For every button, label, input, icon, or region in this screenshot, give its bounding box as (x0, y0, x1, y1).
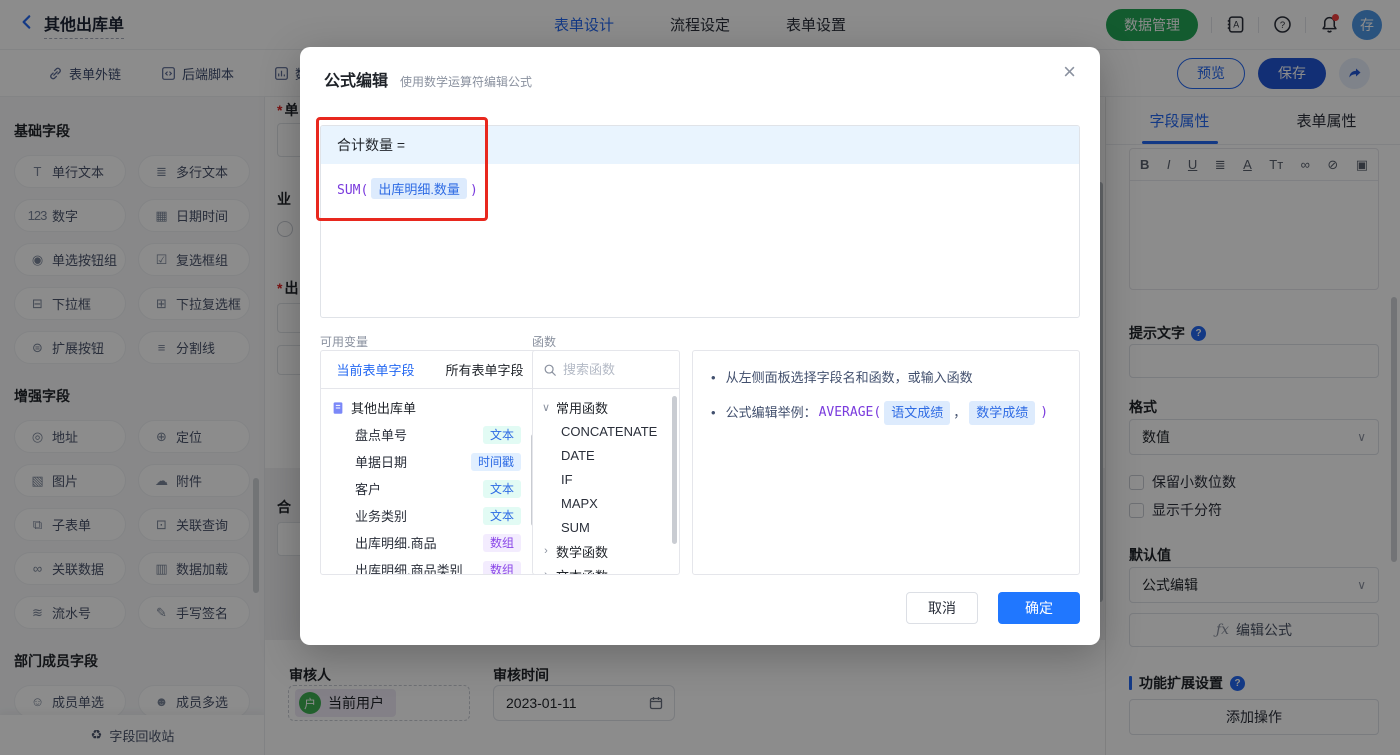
field-chip[interactable]: 出库明细.数量 (371, 178, 467, 199)
modal-header: 公式编辑 使用数学运算符编辑公式 (324, 67, 532, 91)
bullet: • (711, 405, 716, 420)
variable-name: 客户 (355, 482, 382, 497)
function-item[interactable]: SUM (533, 515, 679, 539)
function-search (533, 351, 679, 389)
variables-root-node[interactable]: 其他出库单 (321, 394, 539, 421)
example-chip: 数学成绩 (969, 401, 1036, 425)
root-node-label: 其他出库单 (351, 401, 417, 416)
variable-row[interactable]: 单据日期 时间戳 (321, 448, 539, 475)
confirm-button[interactable]: 确定 (998, 592, 1080, 624)
variable-type-badge: 时间戳 (470, 452, 521, 471)
group-common-functions[interactable]: ∨ 常用函数 (533, 395, 679, 419)
variable-name: 单据日期 (355, 455, 408, 470)
variable-row[interactable]: 出库明细.商品类别 数组 (321, 556, 539, 575)
variable-rows: 盘点单号 文本 单据日期 时间戳 客户 文本 业务类别 文本 出库明细.商品 数… (321, 421, 539, 575)
variable-name: 盘点单号 (355, 428, 408, 443)
function-item[interactable]: MAPX (533, 491, 679, 515)
group-math-functions[interactable]: › 数学函数 (533, 539, 679, 563)
tab-all-form-fields[interactable]: 所有表单字段 (430, 351, 539, 388)
variables-panel: 当前表单字段 所有表单字段 其他出库单 盘点单号 文本 单据日期 时间戳 客户 … (320, 350, 540, 575)
example-chip: 语文成绩 (884, 401, 951, 425)
chevron-right-icon: › (544, 545, 548, 557)
bullet: • (711, 370, 716, 385)
variable-name: 出库明细.商品类别 (355, 563, 463, 575)
variables-tabs: 当前表单字段 所有表单字段 (321, 351, 539, 389)
group-label: 数学函数 (556, 544, 609, 560)
chevron-down-icon: ∨ (541, 401, 551, 414)
group-label: 文本函数 (556, 566, 608, 575)
example-close-paren: ) (1040, 405, 1049, 420)
variable-type-badge: 数组 (482, 533, 521, 552)
modal-title: 公式编辑 (324, 73, 389, 90)
screen: 其他出库单 表单设计 流程设定 表单设置 数据管理 A ? 存 表单外链 后端脚… (0, 0, 1400, 755)
variable-row[interactable]: 盘点单号 文本 (321, 421, 539, 448)
search-icon (544, 364, 556, 376)
variable-type-badge: 文本 (482, 425, 521, 444)
function-item[interactable]: DATE (533, 443, 679, 467)
formula-expression: SUM(出库明细.数量) (321, 164, 1079, 213)
functions-tree: ∨ 常用函数 CONCATENATE DATE IF MAPX SUM › 数学函数 ›… (533, 389, 679, 575)
formula-target-band: 合计数量 = (321, 126, 1079, 164)
formula-target: 合计数量 = (337, 137, 406, 153)
tab-current-form-fields[interactable]: 当前表单字段 (321, 351, 430, 388)
formula-edit-modal: 公式编辑 使用数学运算符编辑公式 × 合计数量 = SUM(出库明细.数量) 可… (300, 47, 1100, 645)
document-icon (333, 401, 343, 414)
close-icon[interactable]: × (1063, 61, 1076, 83)
help-line-1: • 从左侧面板选择字段名和函数，或输入函数 (711, 367, 1061, 389)
cancel-button[interactable]: 取消 (906, 592, 978, 624)
help-line-2: • 公式编辑举例： AVERAGE(语文成绩，数学成绩) (711, 401, 1061, 425)
group-label: 常用函数 (556, 400, 609, 416)
formula-close-paren: ) (469, 183, 478, 198)
variable-row[interactable]: 业务类别 文本 (321, 502, 539, 529)
function-item[interactable]: IF (533, 467, 679, 491)
help-panel: • 从左侧面板选择字段名和函数，或输入函数 • 公式编辑举例： AVERAGE(语… (692, 350, 1080, 575)
variable-name: 业务类别 (355, 509, 408, 524)
functions-section-label: 函数 (532, 335, 557, 349)
variables-list: 其他出库单 盘点单号 文本 单据日期 时间戳 客户 文本 业务类别 文本 出库明… (321, 389, 539, 575)
variable-row[interactable]: 出库明细.商品 数组 (321, 529, 539, 556)
variable-type-badge: 文本 (482, 506, 521, 525)
modal-subtitle: 使用数学运算符编辑公式 (400, 75, 533, 89)
function-search-input[interactable] (563, 362, 669, 377)
formula-editor[interactable]: 合计数量 = SUM(出库明细.数量) (320, 125, 1080, 318)
formula-function: SUM( (337, 183, 369, 198)
chevron-right-icon: › (544, 569, 548, 575)
functions-scrollbar[interactable] (672, 396, 677, 544)
variables-section-label: 可用变量 (320, 335, 369, 349)
variable-name: 出库明细.商品 (355, 536, 437, 551)
function-item[interactable]: CONCATENATE (533, 419, 679, 443)
variable-type-badge: 数组 (482, 560, 521, 574)
modal-footer: 取消 确定 (906, 592, 1080, 624)
variable-type-badge: 文本 (482, 479, 521, 498)
example-function: AVERAGE( (818, 405, 882, 420)
functions-panel: ∨ 常用函数 CONCATENATEDATEIFMAPXSUM › 数学函数 ›… (532, 350, 680, 575)
common-function-items: CONCATENATE DATE IF MAPX SUM (533, 419, 679, 539)
group-text-functions[interactable]: › 文本函数 (533, 563, 679, 575)
variable-row[interactable]: 客户 文本 (321, 475, 539, 502)
